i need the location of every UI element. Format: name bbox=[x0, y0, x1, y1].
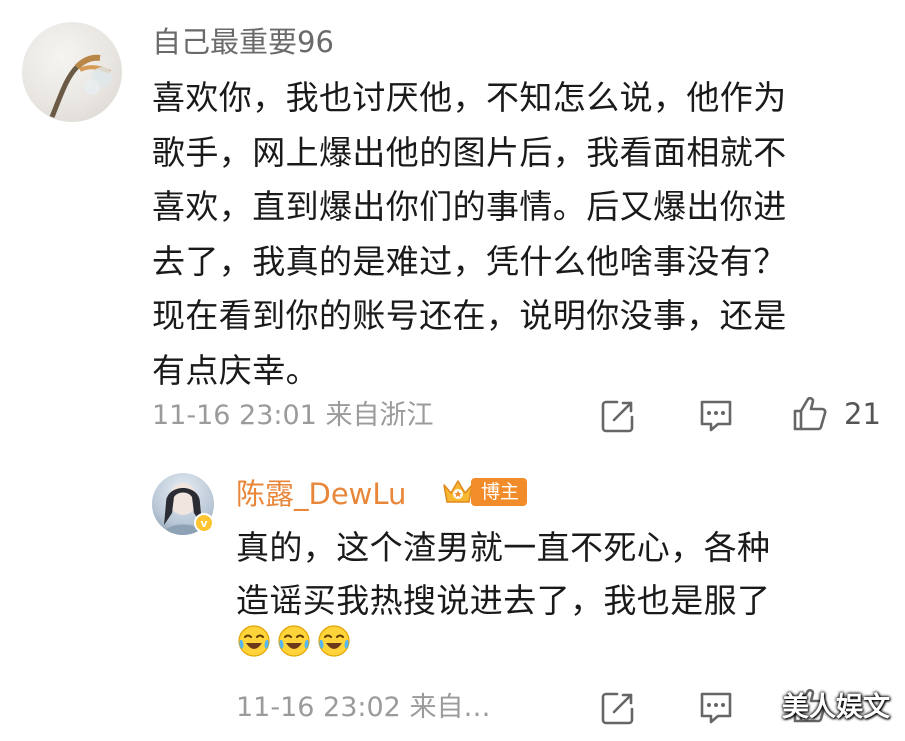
comment-meta: 11-16 23:01 来自浙江 bbox=[152, 398, 433, 434]
comment-line: 喜欢，直到爆出你们的事情。后又爆出你进 bbox=[152, 187, 787, 226]
like-icon bbox=[793, 396, 827, 431]
comment-line: 歌手，网上爆出他的图片后，我看面相就不 bbox=[152, 132, 787, 172]
laugh-cry-emoji bbox=[278, 625, 310, 657]
blogger-badge: 博主 bbox=[441, 476, 528, 508]
reply-button[interactable] bbox=[696, 396, 736, 440]
comment-icon bbox=[700, 400, 732, 432]
comment-username[interactable]: 自己最重要96 bbox=[152, 22, 334, 62]
comment-line: 去了，我真的是难过，凭什么他啥事没有？ bbox=[152, 241, 787, 281]
verified-badge: v bbox=[194, 513, 214, 533]
reply-username[interactable]: 陈露_DewLu bbox=[236, 474, 406, 514]
user-avatar[interactable] bbox=[22, 22, 122, 122]
comment-line: 有点庆幸。 bbox=[152, 350, 319, 390]
share-icon bbox=[601, 692, 634, 725]
reply-comment-button[interactable] bbox=[696, 688, 736, 732]
comment-line: 现在看到你的账号还在，说明你没事，还是 bbox=[152, 296, 787, 335]
comment-location: 来自浙江 bbox=[325, 400, 434, 431]
comment-time: 11-16 23:01 bbox=[152, 400, 317, 431]
laugh-cry-emoji bbox=[238, 625, 270, 657]
reply-line: 造谣买我热搜说进去了，我也是服了 bbox=[236, 581, 771, 620]
share-icon bbox=[601, 400, 634, 433]
emoji-row bbox=[236, 623, 352, 659]
comment-text: 喜欢你，我也讨厌他，不知怎么说，他作为 歌手，网上爆出他的图片后，我看面相就不 … bbox=[152, 71, 892, 398]
share-button[interactable] bbox=[598, 396, 638, 440]
like-count: 21 bbox=[844, 397, 881, 431]
laugh-cry-emoji bbox=[318, 625, 350, 657]
reply-line: 真的，这个渣男就一直不死心，各种 bbox=[236, 528, 771, 567]
reply-text: 真的，这个渣男就一直不死心，各种 造谣买我热搜说进去了，我也是服了 bbox=[236, 521, 876, 627]
reply-location: 来自… bbox=[409, 692, 491, 723]
avatar-image bbox=[49, 54, 112, 118]
crown-icon bbox=[443, 480, 473, 503]
watermark: 美人娱文 bbox=[782, 692, 890, 723]
like-button[interactable]: 21 bbox=[790, 394, 881, 434]
comment-icon bbox=[700, 692, 732, 724]
reply-meta: 11-16 23:02 来自… bbox=[236, 690, 490, 726]
reply-time: 11-16 23:02 bbox=[236, 692, 401, 723]
comment-line: 喜欢你，我也讨厌他，不知怎么说，他作为 bbox=[152, 78, 787, 117]
blogger-badge-label: 博主 bbox=[471, 478, 528, 506]
reply-share-button[interactable] bbox=[598, 688, 638, 732]
